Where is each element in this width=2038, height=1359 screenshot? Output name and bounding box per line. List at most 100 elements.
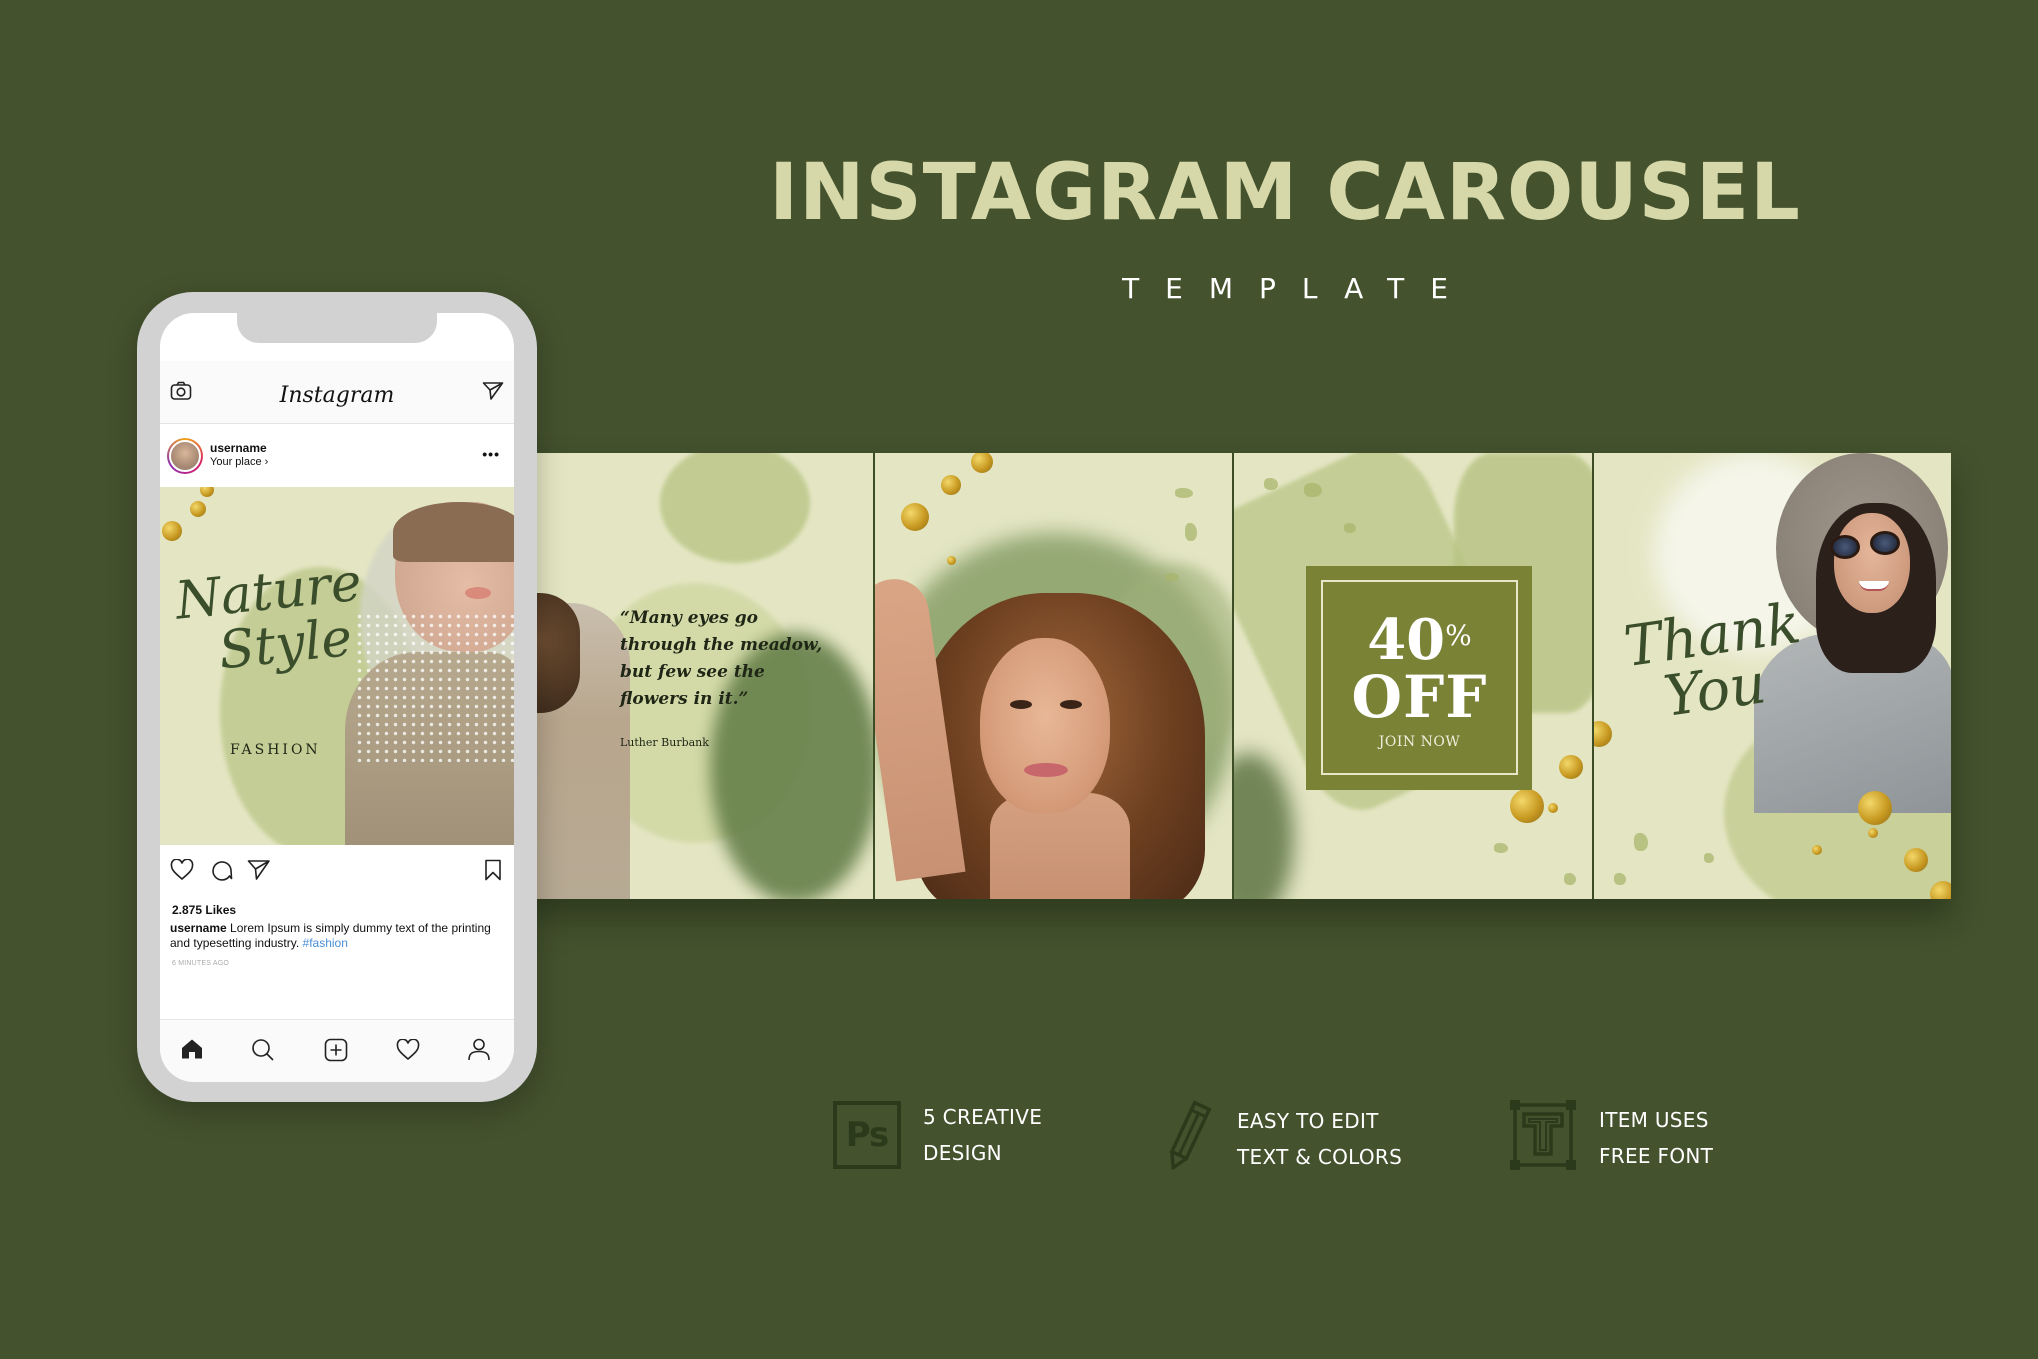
share-icon[interactable] (247, 859, 271, 886)
avatar-photo (169, 440, 201, 472)
avatar[interactable] (167, 438, 203, 474)
offer-percent-value: 40 (1367, 607, 1446, 673)
feature-line-1: EASY TO EDIT (1237, 1108, 1379, 1133)
paint-fleck (1264, 478, 1278, 490)
carousel-slide-portrait[interactable] (872, 453, 1232, 899)
quote-text: “Many eyes go through the meadow, but fe… (620, 608, 823, 709)
quote-author: Luther Burbank (620, 736, 709, 749)
offer-frame: 40% OFF JOIN NOW (1321, 580, 1518, 775)
gold-dot (946, 556, 956, 565)
post-username[interactable]: username (210, 441, 267, 455)
watercolor-blob (660, 453, 810, 563)
bookmark-icon[interactable] (484, 859, 502, 886)
paint-fleck (1633, 833, 1648, 851)
eye (1009, 700, 1032, 709)
paint-fleck (1184, 523, 1197, 541)
feature-text: ITEM USES FREE FONT (1599, 1102, 1713, 1174)
instagram-logo: Instagram (279, 383, 395, 408)
feature-line-2: TEXT & COLORS (1237, 1144, 1403, 1169)
search-icon[interactable] (251, 1038, 275, 1067)
model-photo (345, 502, 514, 845)
gold-dot (1867, 828, 1878, 838)
model-face (979, 638, 1110, 813)
percent-sign: % (1445, 619, 1472, 652)
home-icon[interactable] (180, 1038, 204, 1065)
add-post-icon[interactable] (324, 1038, 348, 1067)
post-timestamp: 6 MINUTES AGO (172, 960, 230, 967)
feature-easy-to-edit: EASY TO EDIT TEXT & COLORS (1163, 1099, 1402, 1178)
more-options-icon[interactable]: ••• (482, 446, 500, 462)
gold-dot (200, 487, 214, 497)
profile-icon[interactable] (467, 1037, 491, 1066)
carousel-slide-thank-you[interactable]: Thank You (1591, 453, 1951, 899)
phone-screen: Instagram username Your place › ••• Natu… (160, 313, 514, 1082)
paint-fleck (1564, 873, 1576, 885)
carousel-slide-quote[interactable]: “Many eyes go through the meadow, but fe… (520, 453, 873, 899)
offer-off-label: OFF (1351, 663, 1488, 731)
hashtag-link[interactable]: #fashion (303, 936, 348, 950)
gold-dot (162, 521, 182, 541)
page-subtitle: TEMPLATE (1122, 272, 1474, 305)
feature-creative-design: Ps 5 CREATIVE DESIGN (833, 1099, 1042, 1171)
watercolor-blob (1233, 753, 1294, 899)
feature-line-1: ITEM USES (1599, 1107, 1709, 1132)
post-caption: username Lorem Ipsum is simply dummy tex… (170, 921, 505, 951)
offer-percent: 40% (1367, 612, 1472, 668)
carousel-strip: “Many eyes go through the meadow, but fe… (520, 453, 1951, 899)
gold-dot (190, 501, 206, 517)
heart-icon[interactable] (170, 858, 194, 886)
caption-username[interactable]: username (170, 921, 227, 935)
activity-heart-icon[interactable] (396, 1038, 420, 1066)
comment-icon[interactable] (211, 859, 233, 886)
paint-fleck (1164, 573, 1179, 581)
post-actions (160, 845, 514, 895)
gold-dot (940, 475, 961, 495)
gold-dot (1857, 791, 1892, 825)
bottom-nav-bar (160, 1019, 514, 1082)
gold-dot (1548, 803, 1558, 813)
photoshop-icon: Ps (833, 1101, 901, 1169)
babys-breath-flowers (355, 612, 514, 762)
sunglasses-lens (1869, 531, 1900, 555)
post-header: username Your place › ••• (160, 424, 514, 487)
likes-count[interactable]: 2.875 Likes (172, 903, 236, 917)
post-location-text: Your place (210, 456, 262, 468)
feature-free-font: ITEM USES FREE FONT (1509, 1099, 1713, 1176)
gold-dot (1811, 845, 1822, 855)
join-now-link[interactable]: JOIN NOW (1379, 734, 1460, 750)
phone-notch (237, 313, 437, 343)
gold-dot (1559, 755, 1583, 779)
paint-fleck (1613, 873, 1626, 885)
photoshop-icon-text: Ps (845, 1115, 890, 1155)
carousel-slide-offer[interactable]: 40% OFF JOIN NOW (1232, 453, 1592, 899)
paint-fleck (1494, 843, 1508, 853)
paint-fleck (1344, 523, 1356, 533)
model-face (1833, 513, 1910, 613)
feature-line-2: DESIGN (923, 1141, 1002, 1165)
feature-line-2: FREE FONT (1599, 1143, 1714, 1168)
sunglasses-lens (1829, 535, 1860, 559)
post-image[interactable]: Nature Style FASHION (160, 487, 514, 845)
feature-line-1: 5 CREATIVE (923, 1105, 1043, 1129)
post-location[interactable]: Your place › (210, 456, 268, 468)
you-script: You (1659, 651, 1770, 730)
gold-dot (1510, 789, 1544, 823)
pencil-icon (1163, 1099, 1213, 1178)
nature-style-script: Nature Style (173, 553, 370, 683)
fashion-label: FASHION (230, 742, 321, 758)
eye (1059, 700, 1082, 709)
phone-mockup: Instagram username Your place › ••• Natu… (137, 292, 537, 1102)
paint-fleck (1174, 488, 1193, 498)
paint-fleck (1304, 483, 1322, 497)
gold-dot (970, 453, 993, 473)
direct-message-icon[interactable] (482, 381, 504, 406)
gold-dot (1593, 721, 1612, 747)
offer-box[interactable]: 40% OFF JOIN NOW (1306, 566, 1532, 790)
feature-text: EASY TO EDIT TEXT & COLORS (1237, 1103, 1402, 1175)
gold-dot (1903, 848, 1928, 872)
lips (1023, 763, 1068, 777)
paint-fleck (1703, 853, 1714, 863)
chevron-right-icon: › (264, 456, 269, 468)
gold-dot (900, 503, 929, 531)
page-title: INSTAGRAM CAROUSEL (769, 148, 1801, 238)
